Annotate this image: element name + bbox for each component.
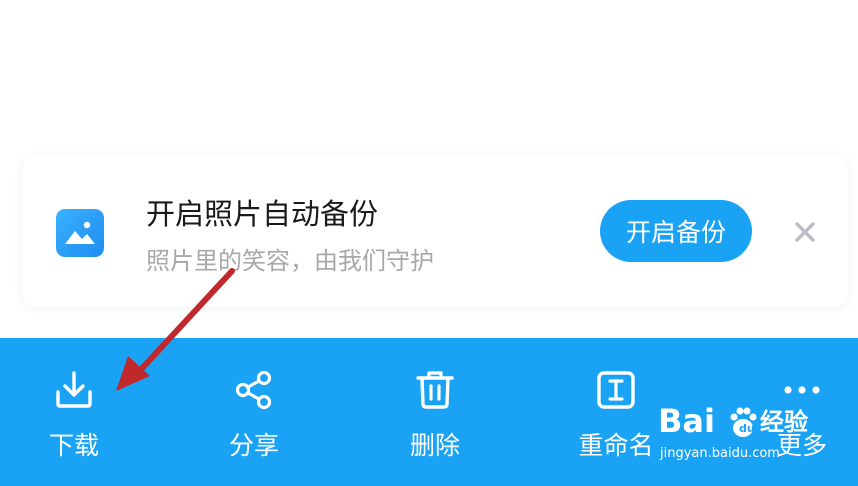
auto-backup-banner: 开启照片自动备份 照片里的笑容，由我们守护 开启备份: [22, 155, 848, 307]
rename-label: 重命名: [578, 431, 654, 460]
svg-text:Bai: Bai: [658, 402, 715, 440]
baidu-logo: Bai du 经验: [658, 402, 808, 440]
svg-text:经验: 经验: [760, 408, 808, 436]
share-label: 分享: [228, 431, 279, 460]
close-icon[interactable]: [792, 219, 818, 245]
watermark-url: jingyan.baidu.com: [660, 446, 780, 461]
share-button[interactable]: 分享: [204, 338, 304, 486]
photo-album-icon: [56, 209, 104, 257]
banner-subtitle: 照片里的笑容，由我们守护: [146, 247, 434, 275]
trash-icon: [413, 368, 457, 412]
share-icon: [232, 368, 276, 412]
download-icon: [52, 368, 96, 412]
enable-backup-button[interactable]: 开启备份: [600, 200, 752, 262]
download-button[interactable]: 下载: [24, 338, 124, 486]
svg-text:du: du: [739, 422, 755, 435]
delete-button[interactable]: 删除: [385, 338, 485, 486]
rename-button[interactable]: 重命名: [560, 338, 672, 486]
delete-label: 删除: [409, 431, 460, 460]
download-label: 下载: [48, 431, 99, 460]
rename-icon: [594, 368, 638, 412]
baidu-jingyan-watermark: Bai du 经验 jingyan.baidu.com: [658, 396, 818, 468]
banner-title: 开启照片自动备份: [146, 197, 379, 231]
